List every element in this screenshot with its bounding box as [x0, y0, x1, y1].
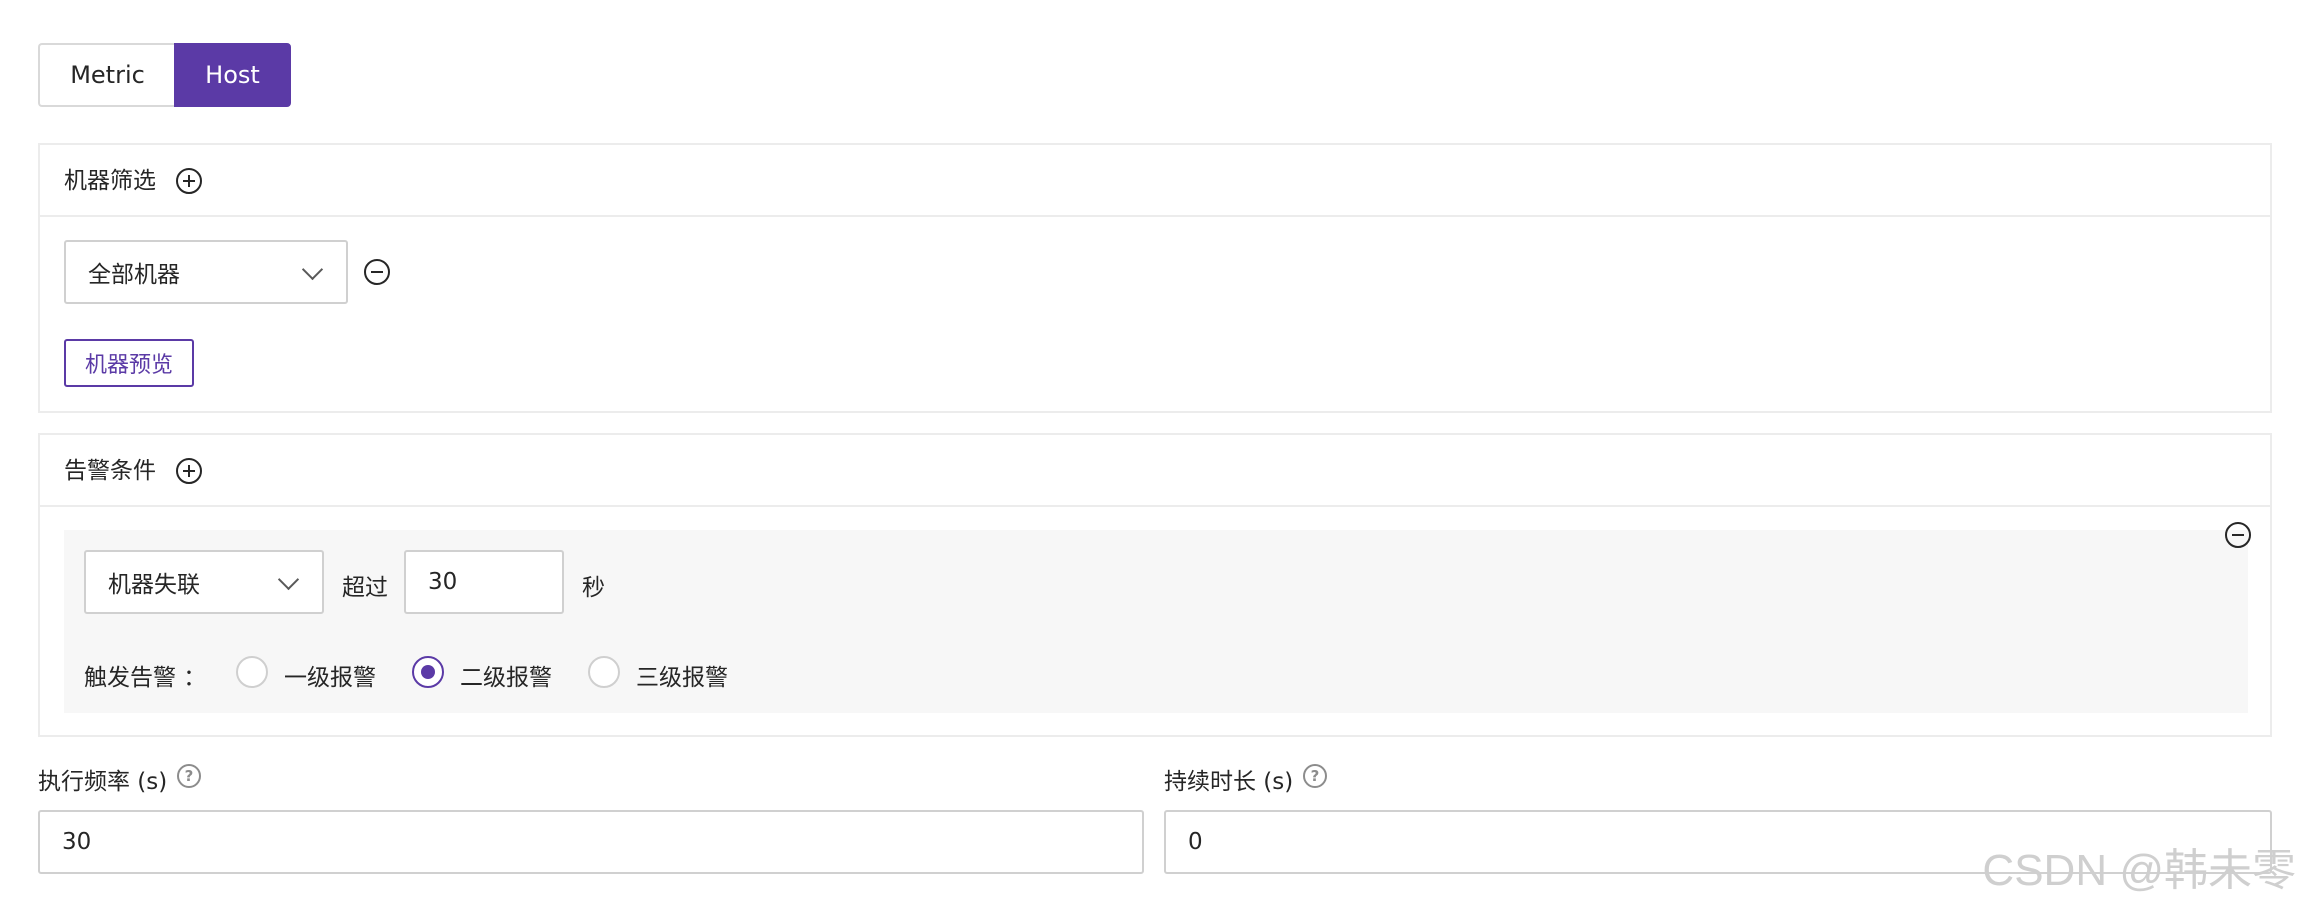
condition-type-value: 机器失联 [108, 572, 200, 598]
threshold-input[interactable]: 30 [404, 550, 564, 614]
host-toggle-button[interactable]: Host [174, 43, 291, 107]
exec-frequency-label: 执行频率 (s) [38, 769, 168, 795]
duration-value: 0 [1188, 829, 1203, 855]
seconds-unit-label: 秒 [582, 575, 605, 601]
level-1-label: 一级报警 [284, 665, 376, 691]
alarm-condition-card: 告警条件 机器失联 超过 30 秒 触发告警 ： 一级报警 二级报警 三级报警 [38, 433, 2272, 737]
minus-circle-icon[interactable] [2225, 522, 2251, 548]
question-circle-icon[interactable]: ? [1303, 764, 1327, 788]
exec-frequency-value: 30 [62, 829, 92, 855]
threshold-value: 30 [428, 569, 458, 595]
level-3-radio[interactable] [588, 656, 620, 688]
alarm-condition-row: 机器失联 超过 30 秒 触发告警 ： 一级报警 二级报警 三级报警 [64, 522, 2251, 713]
plus-circle-icon[interactable] [176, 168, 202, 194]
chevron-down-icon [301, 258, 324, 281]
machine-scope-value: 全部机器 [88, 262, 180, 288]
machine-filter-title: 机器筛选 [64, 168, 156, 194]
exec-frequency-input[interactable]: 30 [38, 810, 1144, 874]
question-circle-icon[interactable]: ? [177, 764, 201, 788]
condition-type-select[interactable]: 机器失联 [84, 550, 324, 614]
metric-toggle-button[interactable]: Metric [38, 43, 175, 107]
minus-circle-icon[interactable] [364, 259, 390, 285]
machine-scope-select[interactable]: 全部机器 [64, 240, 348, 304]
duration-label: 持续时长 (s) [1164, 769, 1294, 795]
plus-circle-icon[interactable] [176, 458, 202, 484]
level-2-label: 二级报警 [460, 665, 552, 691]
machine-filter-header: 机器筛选 [40, 145, 2270, 217]
chevron-down-icon [277, 568, 300, 591]
level-3-label: 三级报警 [636, 665, 728, 691]
alarm-condition-header: 告警条件 [40, 435, 2270, 507]
alarm-condition-title: 告警条件 [64, 458, 156, 484]
machine-filter-card: 机器筛选 全部机器 机器预览 [38, 143, 2272, 413]
exceed-label: 超过 [342, 575, 388, 601]
trigger-alarm-label: 触发告警 ： [84, 665, 207, 691]
level-2-radio[interactable] [412, 656, 444, 688]
watermark-text: CSDN @韩未零 [1982, 846, 2296, 895]
machine-preview-button[interactable]: 机器预览 [64, 339, 194, 387]
level-1-radio[interactable] [236, 656, 268, 688]
